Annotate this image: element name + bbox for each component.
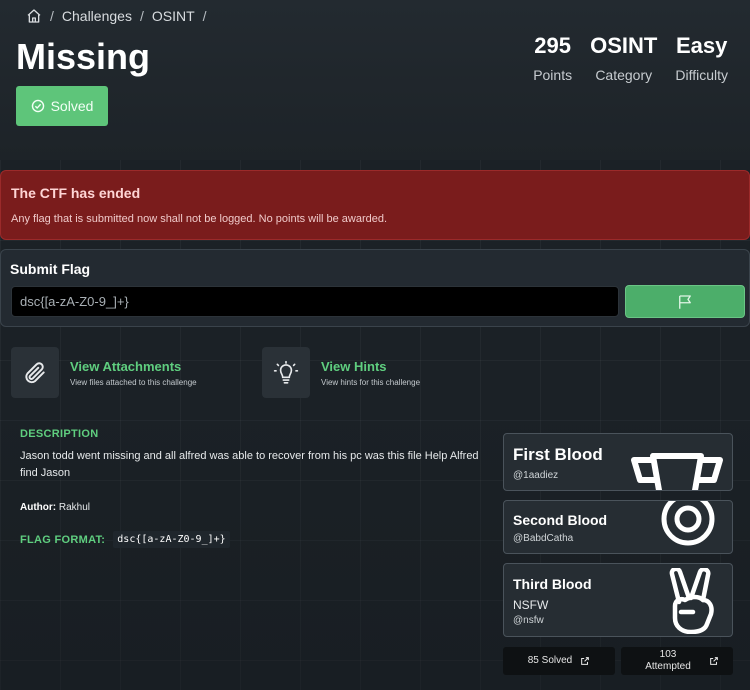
description-section: DESCRIPTION Jason todd went missing and … bbox=[20, 428, 480, 482]
breadcrumb-separator: / bbox=[202, 8, 207, 24]
flag-icon bbox=[679, 294, 691, 309]
ctf-ended-alert: The CTF has ended Any flag that is submi… bbox=[0, 170, 750, 240]
flag-format-value: dsc{[a-zA-Z0-9_]+} bbox=[113, 531, 230, 548]
author-name: Rakhul bbox=[58, 502, 91, 513]
third-blood-card: Third Blood NSFW @nsfw bbox=[503, 563, 733, 637]
view-hints-tile[interactable]: View Hints View hints for this challenge bbox=[262, 347, 420, 398]
alert-body: Any flag that is submitted now shall not… bbox=[11, 213, 388, 225]
stat-difficulty: Easy Difficulty bbox=[675, 33, 728, 83]
third-blood-title: Third Blood bbox=[513, 576, 592, 592]
second-blood-card: Second Blood @BabdCatha bbox=[503, 500, 733, 554]
external-link-icon bbox=[709, 657, 718, 665]
submit-flag-button[interactable] bbox=[625, 285, 745, 318]
view-attachments-subtitle: View files attached to this challenge bbox=[70, 378, 197, 387]
breadcrumb-separator: / bbox=[50, 8, 54, 24]
first-blood-user: @1aadiez bbox=[513, 470, 559, 481]
external-link-icon bbox=[581, 657, 590, 665]
description-text: Jason todd went missing and all alfred w… bbox=[20, 450, 479, 479]
stat-category: OSINT Category bbox=[590, 33, 657, 83]
paperclip-icon bbox=[25, 361, 45, 383]
stat-label: Category bbox=[595, 67, 653, 83]
stat-value: 295 bbox=[534, 33, 571, 58]
view-hints-title: View Hints bbox=[321, 359, 387, 374]
check-circle-icon bbox=[31, 99, 44, 113]
stat-label: Points bbox=[533, 67, 573, 83]
attachment-icon-box bbox=[11, 347, 59, 398]
stat-value: OSINT bbox=[590, 33, 658, 58]
breadcrumb-osint[interactable]: OSINT bbox=[152, 8, 195, 24]
first-blood-card: First Blood @1aadiez bbox=[503, 433, 733, 491]
description-label: DESCRIPTION bbox=[20, 428, 99, 440]
stat-label: Difficulty bbox=[675, 67, 728, 83]
author-line: Author: Rakhul bbox=[20, 502, 90, 513]
first-blood-title: First Blood bbox=[513, 445, 603, 464]
flag-format-line: FLAG FORMAT: dsc{[a-zA-Z0-9_]+} bbox=[20, 531, 230, 548]
medal-icon bbox=[661, 501, 715, 546]
view-attachments-title: View Attachments bbox=[70, 359, 182, 374]
third-blood-team: NSFW bbox=[513, 598, 549, 612]
challenge-stats: 295 Points OSINT Category Easy Difficult… bbox=[533, 33, 728, 83]
attempted-count: 103 bbox=[659, 649, 677, 660]
trophy-icon bbox=[631, 453, 723, 490]
view-hints-subtitle: View hints for this challenge bbox=[321, 378, 421, 387]
submit-flag-heading: Submit Flag bbox=[10, 261, 91, 277]
attempted-count-button[interactable]: 103 Attempted bbox=[621, 647, 733, 675]
attempted-label: Attempted bbox=[645, 661, 691, 672]
solved-label: Solved bbox=[50, 98, 94, 114]
solved-count-button[interactable]: 85 Solved bbox=[503, 647, 615, 675]
breadcrumb-challenges[interactable]: Challenges bbox=[62, 8, 132, 24]
second-blood-user: @BabdCatha bbox=[513, 533, 574, 544]
page-title: Missing bbox=[16, 36, 151, 77]
flag-format-label: FLAG FORMAT: bbox=[20, 533, 106, 546]
home-icon[interactable] bbox=[26, 8, 42, 24]
peace-hand-icon bbox=[669, 568, 714, 634]
view-attachments-tile[interactable]: View Attachments View files attached to … bbox=[11, 347, 197, 398]
solved-badge: Solved bbox=[16, 86, 108, 126]
third-blood-user: @nsfw bbox=[513, 615, 544, 626]
submit-flag-panel: Submit Flag bbox=[0, 249, 750, 327]
stat-value: Easy bbox=[675, 33, 728, 58]
flag-input[interactable] bbox=[11, 286, 619, 317]
breadcrumb: / Challenges / OSINT / bbox=[26, 8, 207, 24]
author-label: Author: bbox=[20, 502, 57, 513]
challenge-header: / Challenges / OSINT / Missing Solved 29… bbox=[0, 0, 750, 160]
lightbulb-icon bbox=[273, 360, 299, 384]
hint-icon-box bbox=[262, 347, 310, 398]
breadcrumb-separator: / bbox=[139, 8, 144, 24]
stat-points: 295 Points bbox=[533, 33, 572, 83]
second-blood-title: Second Blood bbox=[513, 512, 608, 528]
alert-title: The CTF has ended bbox=[11, 185, 141, 201]
solved-count: 85 Solved bbox=[527, 655, 573, 666]
